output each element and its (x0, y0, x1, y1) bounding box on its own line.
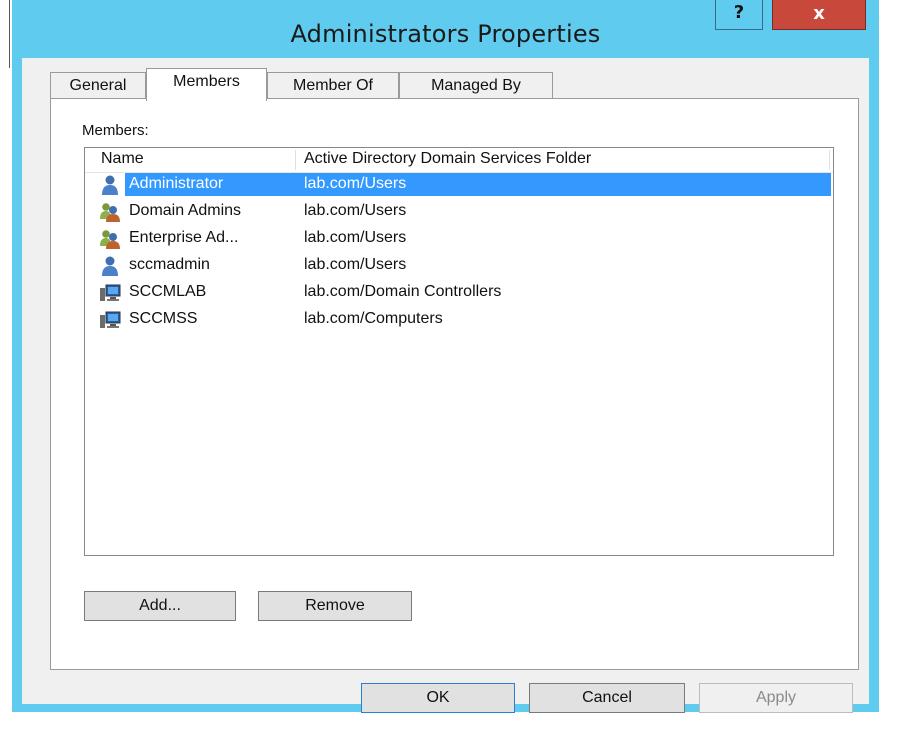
member-folder: lab.com/Domain Controllers (304, 283, 502, 300)
member-name: Domain Admins (129, 202, 242, 219)
member-folder: lab.com/Users (304, 229, 407, 246)
tab-members-label: Members (173, 73, 240, 90)
computer-icon (100, 311, 121, 328)
column-divider[interactable] (295, 150, 296, 170)
list-item[interactable]: Enterprise Ad... lab.com/Users (85, 226, 833, 253)
tab-members[interactable]: Members (146, 68, 267, 101)
list-item[interactable]: Administrator lab.com/Users (85, 172, 833, 199)
background-edge (9, 0, 10, 68)
help-icon: ? (733, 2, 745, 23)
title-bar[interactable]: Administrators Properties ? x (12, 0, 879, 58)
remove-button[interactable]: Remove (258, 591, 412, 621)
column-header-folder[interactable]: Active Directory Domain Services Folder (298, 148, 758, 172)
member-name: Enterprise Ad... (129, 229, 239, 246)
computer-icon (100, 284, 121, 301)
group-icon (100, 230, 120, 249)
members-label: Members: (82, 122, 149, 139)
member-folder: lab.com/Computers (304, 310, 443, 327)
help-button[interactable]: ? (715, 0, 763, 30)
tab-general-label: General (69, 77, 127, 94)
member-folder: lab.com/Users (304, 175, 407, 192)
member-name: SCCMSS (129, 310, 198, 327)
member-folder: lab.com/Users (304, 202, 407, 219)
ok-button[interactable]: OK (361, 683, 515, 713)
member-name: sccmadmin (129, 256, 210, 273)
selection-highlight (125, 173, 831, 196)
members-tab-panel: Members: Name Active Directory Domain Se… (50, 98, 859, 670)
member-name: SCCMLAB (129, 283, 207, 300)
column-divider[interactable] (829, 150, 830, 170)
tab-managed-by[interactable]: Managed By (399, 72, 553, 99)
list-item[interactable]: SCCMSS lab.com/Computers (85, 307, 833, 334)
add-button[interactable]: Add... (84, 591, 236, 621)
list-header: Name Active Directory Domain Services Fo… (85, 148, 833, 173)
tab-general[interactable]: General (50, 72, 146, 99)
tab-member-of-label: Member Of (292, 77, 373, 94)
group-icon (100, 203, 120, 222)
dialog-client-area: General Members Member Of Managed By Mem… (22, 58, 869, 713)
cancel-button[interactable]: Cancel (529, 683, 685, 713)
member-folder: lab.com/Users (304, 256, 407, 273)
tab-managed-by-label: Managed By (431, 77, 521, 94)
list-item[interactable]: Domain Admins lab.com/Users (85, 199, 833, 226)
column-header-name[interactable]: Name (95, 148, 295, 172)
properties-dialog: Administrators Properties ? x General Me… (12, 0, 879, 713)
list-item[interactable]: sccmadmin lab.com/Users (85, 253, 833, 280)
apply-button[interactable]: Apply (699, 683, 853, 713)
close-icon: x (813, 3, 825, 24)
member-name: Administrator (129, 175, 224, 192)
list-item[interactable]: SCCMLAB lab.com/Domain Controllers (85, 280, 833, 307)
members-list[interactable]: Name Active Directory Domain Services Fo… (84, 147, 834, 556)
close-button[interactable]: x (772, 0, 866, 30)
user-icon (102, 256, 118, 276)
tab-member-of[interactable]: Member Of (267, 72, 399, 99)
user-icon (102, 175, 118, 195)
